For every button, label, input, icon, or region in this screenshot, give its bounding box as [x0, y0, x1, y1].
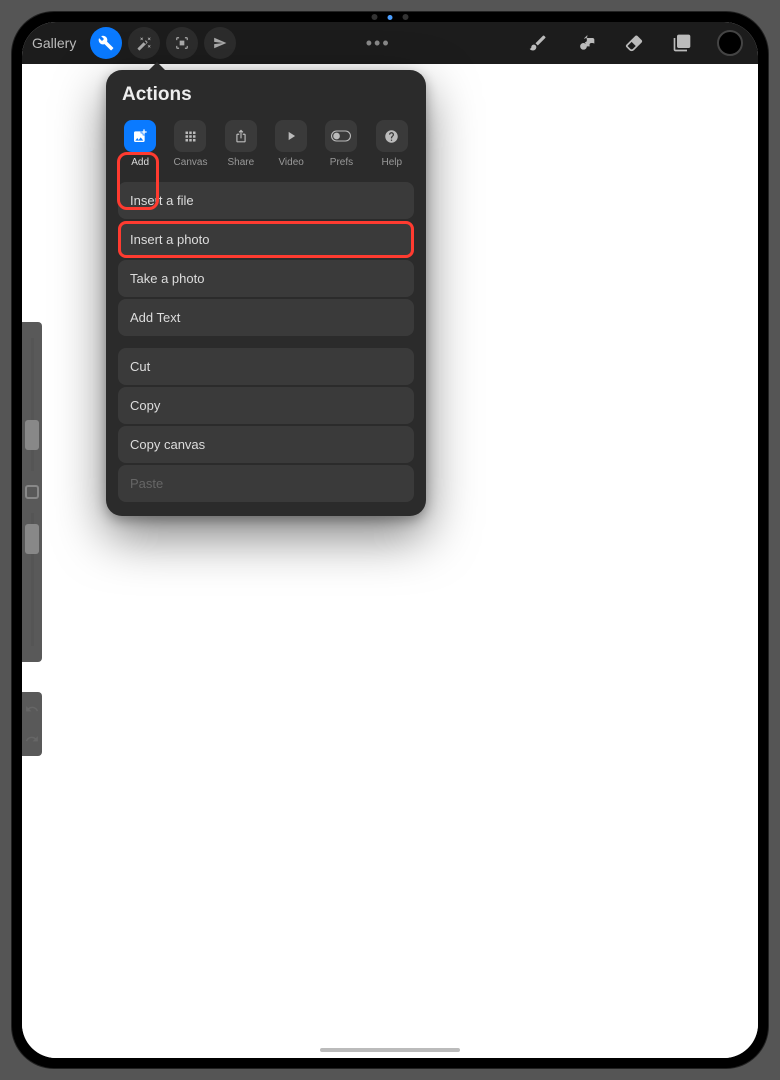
tab-help[interactable]: Help: [372, 120, 412, 168]
share-icon: [225, 120, 257, 152]
add-menu-list: Insert a file Insert a photo Take a phot…: [118, 182, 414, 502]
menu-insert-file[interactable]: Insert a file: [118, 182, 414, 219]
eraser-icon: [624, 33, 644, 53]
tab-add[interactable]: Add: [120, 120, 160, 168]
tab-label: Video: [278, 157, 303, 168]
tab-label: Canvas: [174, 157, 208, 168]
modify-button[interactable]: •••: [366, 33, 391, 54]
smudge-icon: [576, 33, 596, 53]
tab-prefs[interactable]: Prefs: [321, 120, 361, 168]
color-swatch-icon: [717, 30, 743, 56]
top-toolbar: Gallery •••: [22, 22, 758, 64]
menu-insert-photo[interactable]: Insert a photo: [118, 221, 414, 258]
help-icon: [376, 120, 408, 152]
menu-take-photo[interactable]: Take a photo: [118, 260, 414, 297]
tab-canvas[interactable]: Canvas: [170, 120, 210, 168]
arrow-icon: [213, 36, 227, 50]
smudge-button[interactable]: [568, 25, 604, 61]
menu-copy[interactable]: Copy: [118, 387, 414, 424]
undo-redo-panel: [22, 692, 42, 756]
add-image-icon: [124, 120, 156, 152]
menu-cut[interactable]: Cut: [118, 348, 414, 385]
slider-thumb[interactable]: [25, 524, 39, 554]
color-button[interactable]: [712, 25, 748, 61]
tab-label: Help: [382, 157, 403, 168]
adjustments-button[interactable]: [128, 27, 160, 59]
popover-title: Actions: [118, 84, 414, 106]
transform-button[interactable]: [204, 27, 236, 59]
redo-icon: [25, 732, 39, 746]
brush-opacity-slider[interactable]: [31, 513, 34, 646]
gallery-button[interactable]: Gallery: [32, 35, 76, 51]
wrench-icon: [98, 35, 114, 51]
undo-button[interactable]: [25, 702, 39, 716]
device-sensors: [372, 14, 409, 20]
menu-add-text[interactable]: Add Text: [118, 299, 414, 336]
ipad-frame: Gallery •••: [12, 12, 768, 1068]
brush-button[interactable]: [520, 25, 556, 61]
menu-copy-canvas[interactable]: Copy canvas: [118, 426, 414, 463]
brush-slider-panel: [22, 322, 42, 662]
undo-icon: [25, 702, 39, 716]
tab-label: Share: [227, 157, 254, 168]
actions-button[interactable]: [90, 27, 122, 59]
actions-tab-row: Add Canvas Share: [118, 120, 414, 168]
brush-size-slider[interactable]: [31, 338, 34, 471]
brush-icon: [528, 33, 548, 53]
slider-thumb[interactable]: [25, 420, 39, 450]
tab-share[interactable]: Share: [221, 120, 261, 168]
actions-popover: Actions Add Canvas: [106, 70, 426, 516]
tab-video[interactable]: Video: [271, 120, 311, 168]
layers-icon: [672, 33, 692, 53]
screen: Gallery •••: [22, 22, 758, 1058]
toggle-icon: [325, 120, 357, 152]
redo-button[interactable]: [25, 732, 39, 746]
menu-paste: Paste: [118, 465, 414, 502]
tab-label: Add: [131, 157, 149, 168]
eraser-button[interactable]: [616, 25, 652, 61]
home-indicator[interactable]: [320, 1048, 460, 1052]
play-icon: [275, 120, 307, 152]
canvas-icon: [174, 120, 206, 152]
tab-label: Prefs: [330, 157, 353, 168]
selection-icon: [175, 36, 189, 50]
wand-icon: [137, 36, 152, 51]
layers-button[interactable]: [664, 25, 700, 61]
modify-square[interactable]: [25, 485, 39, 499]
selection-button[interactable]: [166, 27, 198, 59]
